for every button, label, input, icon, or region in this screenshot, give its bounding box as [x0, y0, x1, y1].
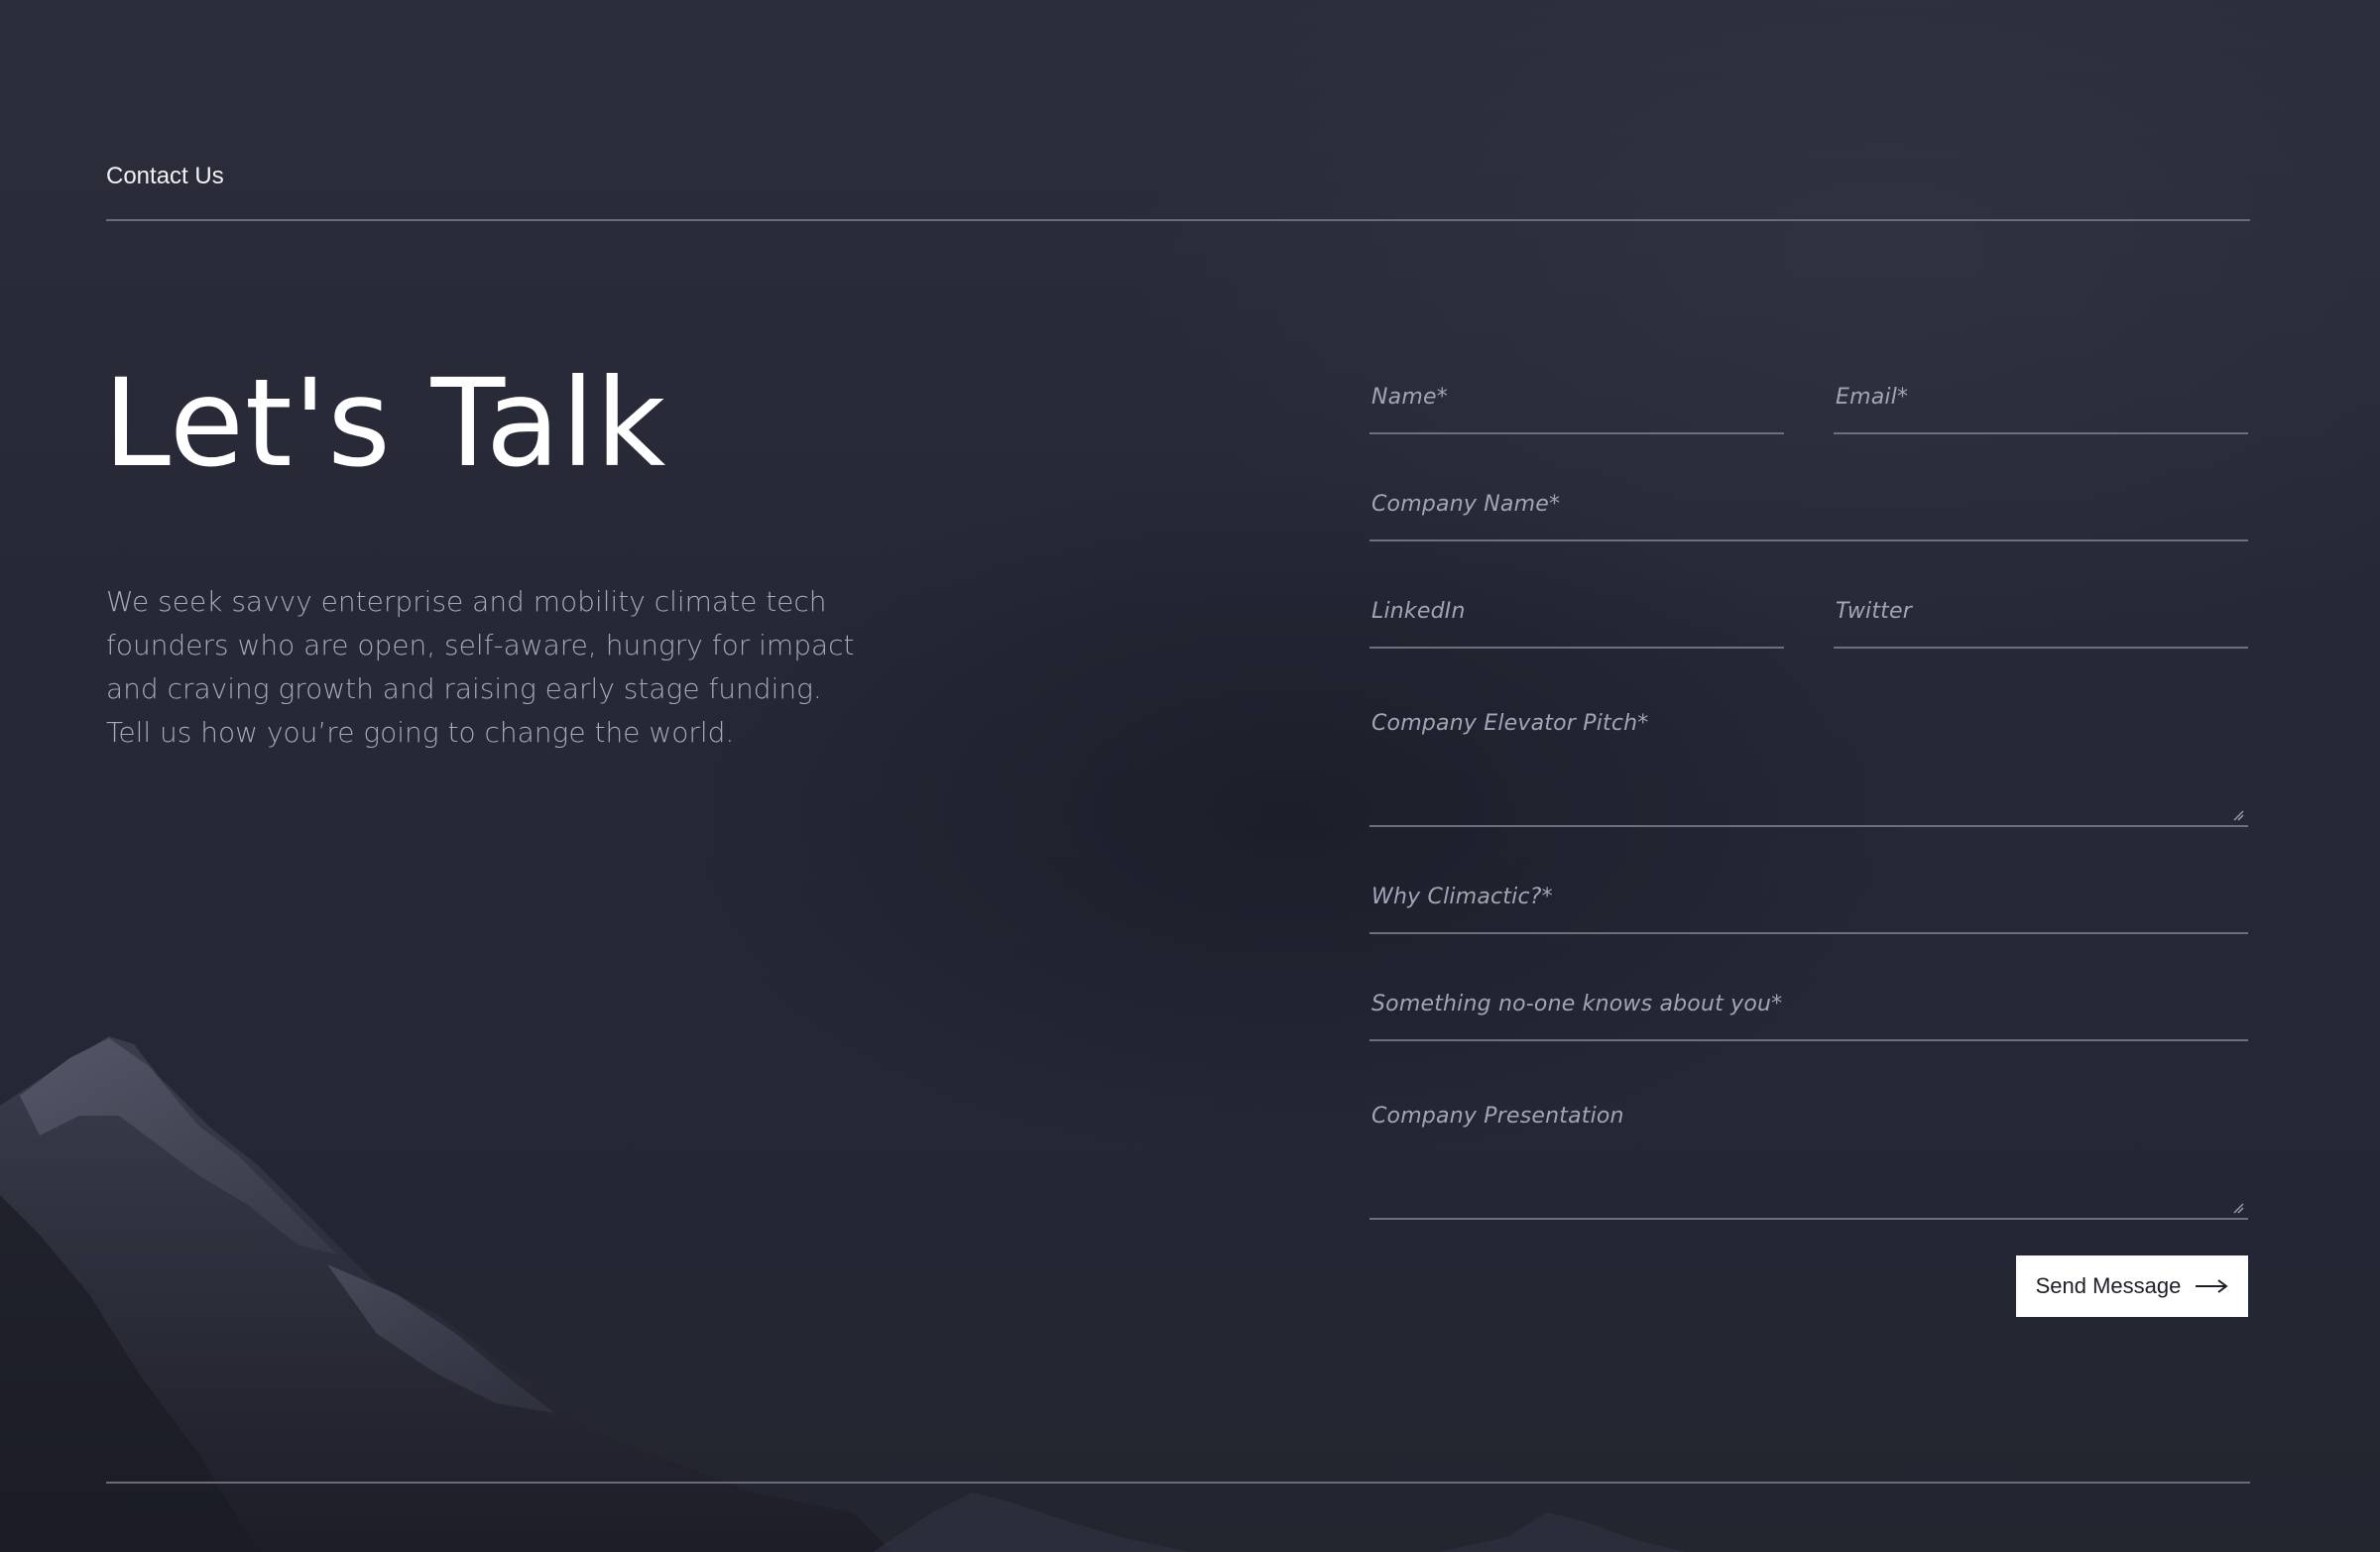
intro-paragraph: We seek savvy enterprise and mobility cl… [106, 585, 855, 749]
twitter-field[interactable]: Twitter [1834, 599, 2248, 649]
company-presentation-textarea[interactable]: Company Presentation [1369, 1104, 2248, 1220]
send-message-label: Send Message [2035, 1273, 2182, 1298]
company-name-field[interactable]: Company Name* [1369, 492, 2248, 541]
something-unknown-field[interactable]: Something no-one knows about you* [1369, 992, 2248, 1041]
email-field[interactable]: Email* [1834, 385, 2248, 434]
page-title: Let's Talk [103, 353, 667, 494]
email-field-label: Email* [1836, 385, 1909, 410]
resize-handle-icon[interactable] [2232, 1202, 2244, 1214]
name-field[interactable]: Name* [1369, 385, 1784, 434]
company-presentation-field-label: Company Presentation [1371, 1104, 1624, 1129]
name-field-label: Name* [1371, 385, 1448, 410]
top-divider [106, 219, 2250, 221]
company-name-field-label: Company Name* [1371, 492, 1561, 517]
bottom-divider [106, 1482, 2250, 1484]
twitter-field-label: Twitter [1836, 599, 1912, 624]
resize-handle-icon[interactable] [2232, 809, 2244, 821]
why-climactic-field-label: Why Climactic?* [1371, 885, 1553, 909]
elevator-pitch-field-label: Company Elevator Pitch* [1371, 711, 1649, 736]
something-unknown-field-label: Something no-one knows about you* [1371, 992, 1783, 1016]
section-label: Contact Us [106, 163, 224, 189]
why-climactic-field[interactable]: Why Climactic?* [1369, 885, 2248, 934]
linkedin-field[interactable]: LinkedIn [1369, 599, 1784, 649]
send-message-button[interactable]: Send Message [2016, 1255, 2248, 1317]
linkedin-field-label: LinkedIn [1371, 599, 1466, 624]
elevator-pitch-textarea[interactable]: Company Elevator Pitch* [1369, 711, 2248, 827]
arrow-right-icon [2195, 1278, 2229, 1294]
